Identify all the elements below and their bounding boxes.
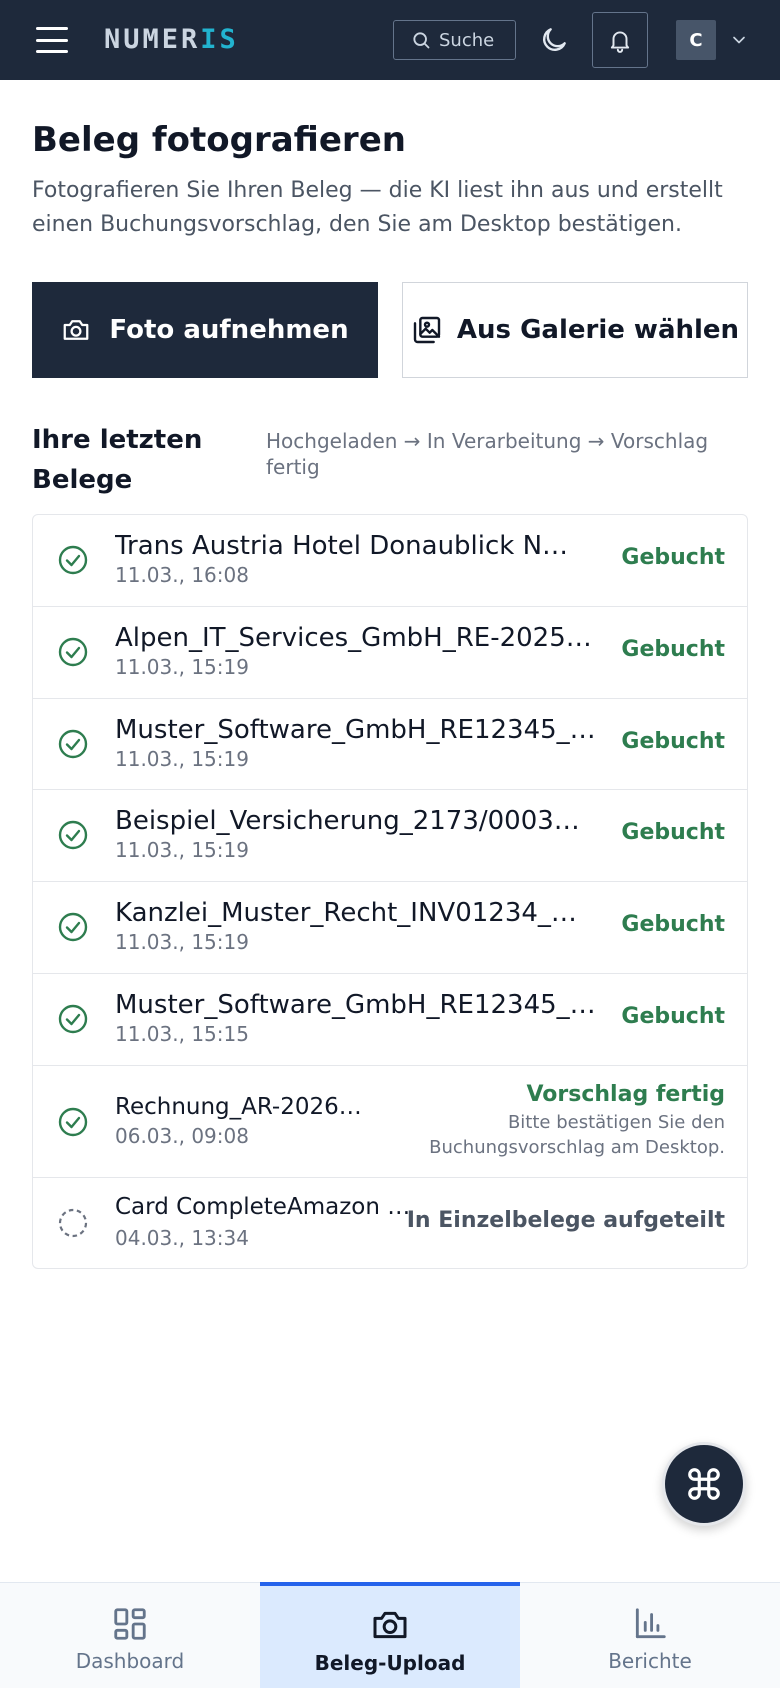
bar-chart-icon: [635, 1608, 666, 1639]
nav-item-berichte[interactable]: Berichte: [520, 1583, 780, 1688]
nav-label: Berichte: [608, 1649, 692, 1673]
check-circle-icon: [58, 912, 88, 942]
status-flow-hint: Hochgeladen → In Verarbeitung → Vorschla…: [266, 429, 709, 479]
status-badge: Gebucht: [621, 1004, 725, 1029]
status-badge: Gebucht: [621, 729, 725, 754]
receipt-name: Kanzlei_Muster_Recht_INV01234_…: [115, 898, 577, 928]
receipt-name: Muster_Software_GmbH_RE12345_…: [115, 715, 596, 745]
recent-section-title: Ihre letzten Belege: [32, 425, 203, 495]
status-badge: Gebucht: [621, 912, 725, 937]
receipt-time: 11.03., 15:19: [115, 747, 249, 771]
search-label: Suche: [439, 29, 495, 51]
status-badge: Gebucht: [621, 820, 725, 845]
status-badge: Vorschlag fertig: [526, 1082, 725, 1107]
bell-icon: [610, 31, 630, 53]
status-hint: Bitte bestätigen Sie den Buchungsvorschl…: [429, 1112, 725, 1158]
check-circle-icon: [58, 545, 88, 575]
logo-accent: IS: [200, 24, 239, 55]
list-item[interactable]: Muster_Software_GmbH_RE12345_… 11.03., 1…: [33, 699, 747, 790]
menu-button[interactable]: [32, 24, 72, 56]
receipt-name: Alpen_IT_Services_GmbH_RE-2025…: [115, 623, 592, 653]
search-icon: [413, 32, 430, 49]
receipt-name: Rechnung_AR-2026…: [115, 1094, 362, 1120]
bottom-navigation: Dashboard Beleg-Upload Berichte: [0, 1581, 780, 1688]
receipt-name: Card CompleteAmazon …: [115, 1194, 411, 1220]
dashed-circle-icon: [58, 1208, 88, 1238]
command-icon: [688, 1468, 720, 1500]
list-item[interactable]: Card CompleteAmazon … 04.03., 13:34 In E…: [33, 1178, 747, 1268]
check-circle-icon: [58, 1004, 88, 1034]
notifications-button[interactable]: [592, 12, 648, 68]
receipt-name: Muster_Software_GmbH_RE12345_…: [115, 990, 596, 1020]
nav-item-dashboard[interactable]: Dashboard: [0, 1583, 260, 1688]
menu-icon-bar: [36, 50, 68, 53]
moon-icon[interactable]: [538, 24, 570, 56]
app-logo[interactable]: NUMERIS: [104, 24, 239, 56]
page-title: Beleg fotografieren: [32, 120, 406, 160]
chevron-down-icon[interactable]: [729, 30, 749, 50]
choose-gallery-label: Aus Galerie wählen: [456, 315, 740, 345]
receipt-name: Trans Austria Hotel Donaublick N…: [115, 531, 569, 561]
receipt-time: 11.03., 15:19: [115, 838, 249, 862]
user-avatar[interactable]: C: [676, 20, 716, 60]
list-item[interactable]: Rechnung_AR-2026… 06.03., 09:08 Vorschla…: [33, 1066, 747, 1178]
search-button[interactable]: Suche: [393, 20, 516, 60]
gallery-icon: [413, 316, 441, 344]
recent-receipts-list: Trans Austria Hotel Donaublick N… 11.03.…: [32, 514, 748, 1269]
status-badge: Gebucht: [621, 637, 725, 662]
check-circle-icon: [58, 820, 88, 850]
take-photo-button[interactable]: Foto aufnehmen: [32, 282, 378, 378]
receipt-time: 11.03., 16:08: [115, 563, 249, 587]
logo-main: NUMER: [104, 24, 201, 55]
command-palette-button[interactable]: [662, 1442, 746, 1526]
receipt-time: 04.03., 13:34: [115, 1226, 249, 1250]
choose-gallery-button[interactable]: Aus Galerie wählen: [402, 282, 748, 378]
nav-label: Dashboard: [75, 1649, 185, 1673]
take-photo-label: Foto aufnehmen: [109, 315, 349, 345]
page-description: Fotografieren Sie Ihren Beleg — die KI l…: [32, 178, 723, 237]
list-item[interactable]: Kanzlei_Muster_Recht_INV01234_… 11.03., …: [33, 882, 747, 974]
status-badge: In Einzelbelege aufgeteilt: [406, 1208, 725, 1233]
nav-item-beleg-upload[interactable]: Beleg-Upload: [260, 1581, 520, 1688]
camera-icon: [373, 1611, 407, 1639]
check-circle-icon: [58, 729, 88, 759]
receipt-time: 11.03., 15:15: [115, 1022, 249, 1046]
check-circle-icon: [58, 1107, 88, 1137]
list-item[interactable]: Beispiel_Versicherung_2173/0003… 11.03.,…: [33, 790, 747, 882]
receipt-time: 11.03., 15:19: [115, 930, 249, 954]
receipt-name: Beispiel_Versicherung_2173/0003…: [115, 806, 580, 836]
receipt-time: 06.03., 09:08: [115, 1124, 249, 1148]
list-item[interactable]: Trans Austria Hotel Donaublick N… 11.03.…: [33, 515, 747, 607]
menu-icon-bar: [36, 27, 68, 30]
status-badge: Gebucht: [621, 545, 725, 570]
list-item[interactable]: Alpen_IT_Services_GmbH_RE-2025… 11.03., …: [33, 607, 747, 699]
nav-label: Beleg-Upload: [314, 1651, 466, 1675]
camera-icon: [64, 320, 89, 340]
menu-icon-bar: [36, 38, 68, 42]
top-bar: NUMERIS Suche C: [0, 0, 780, 80]
dashboard-icon: [114, 1608, 146, 1640]
receipt-time: 11.03., 15:19: [115, 655, 249, 679]
list-item[interactable]: Muster_Software_GmbH_RE12345_… 11.03., 1…: [33, 974, 747, 1066]
check-circle-icon: [58, 637, 88, 667]
